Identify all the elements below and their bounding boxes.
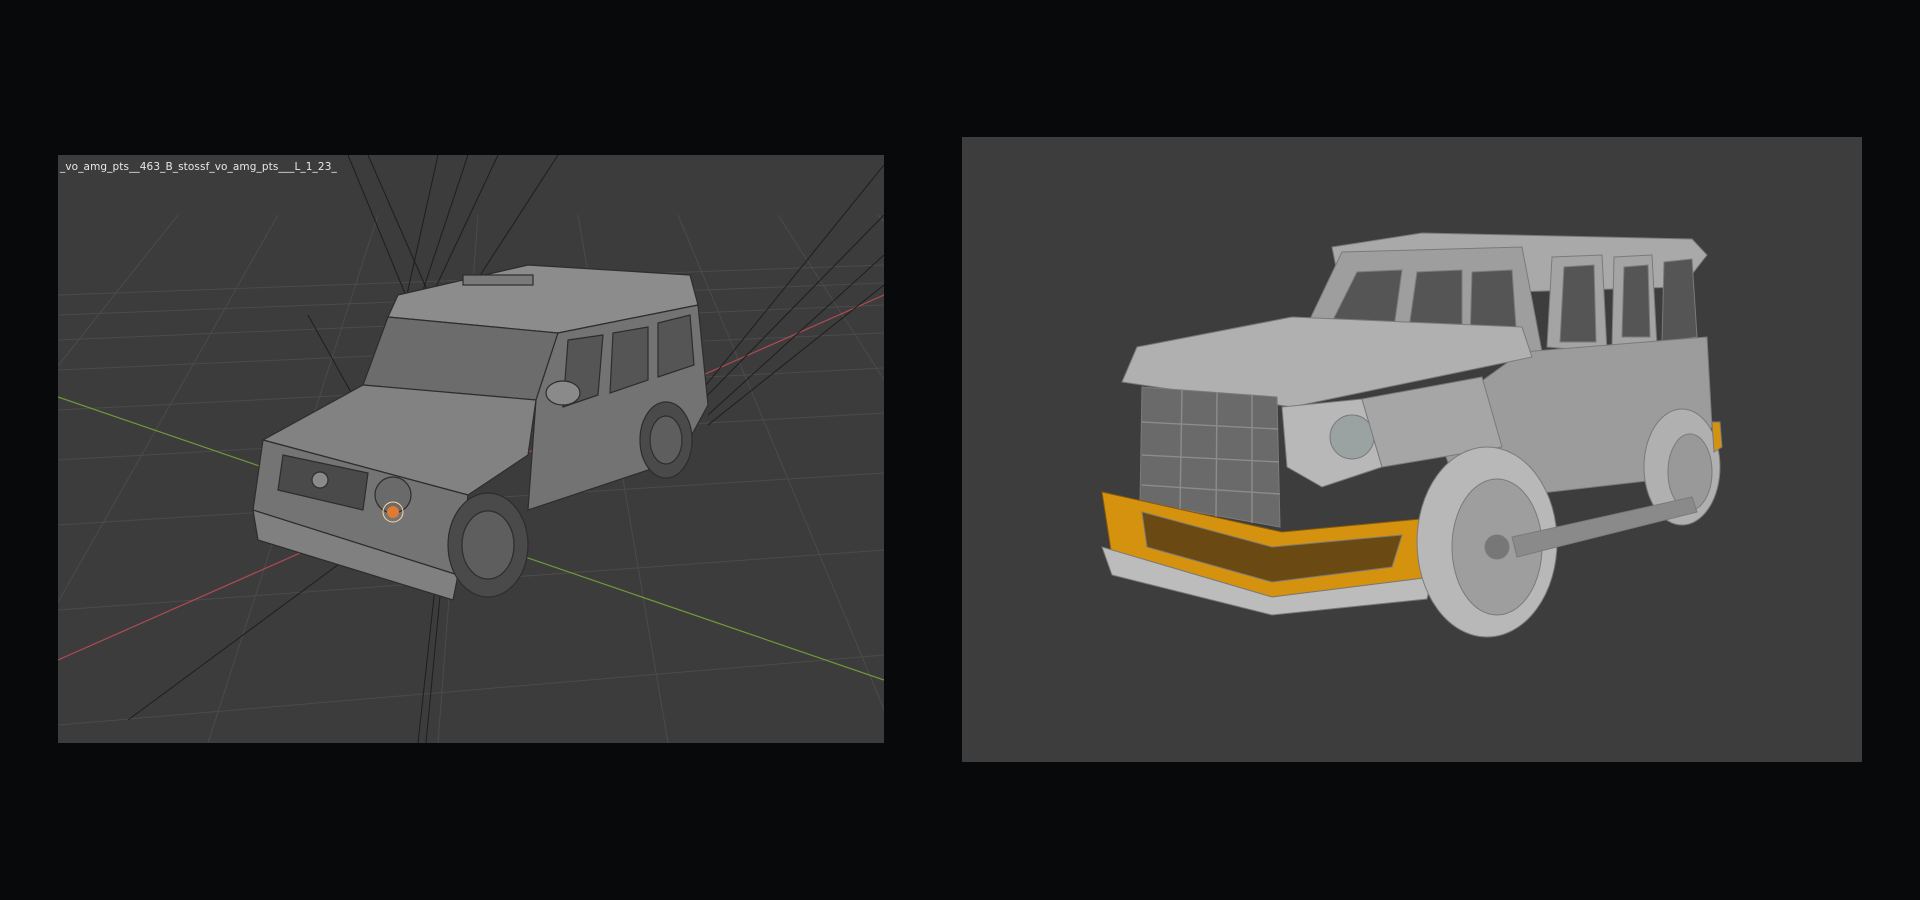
g-wagon-wireframe-model[interactable] <box>252 264 709 601</box>
left-3d-viewport[interactable]: _vo_amg_pts__463_B_stossf_vo_amg_pts___L… <box>58 155 884 743</box>
g-wagon-sculpt-model[interactable] <box>1101 232 1723 638</box>
right-3d-viewport[interactable] <box>962 137 1862 762</box>
object-name-label: _vo_amg_pts__463_B_stossf_vo_amg_pts___L… <box>60 161 337 173</box>
right-viewport-canvas[interactable] <box>962 137 1862 762</box>
left-viewport-canvas[interactable] <box>58 155 884 743</box>
